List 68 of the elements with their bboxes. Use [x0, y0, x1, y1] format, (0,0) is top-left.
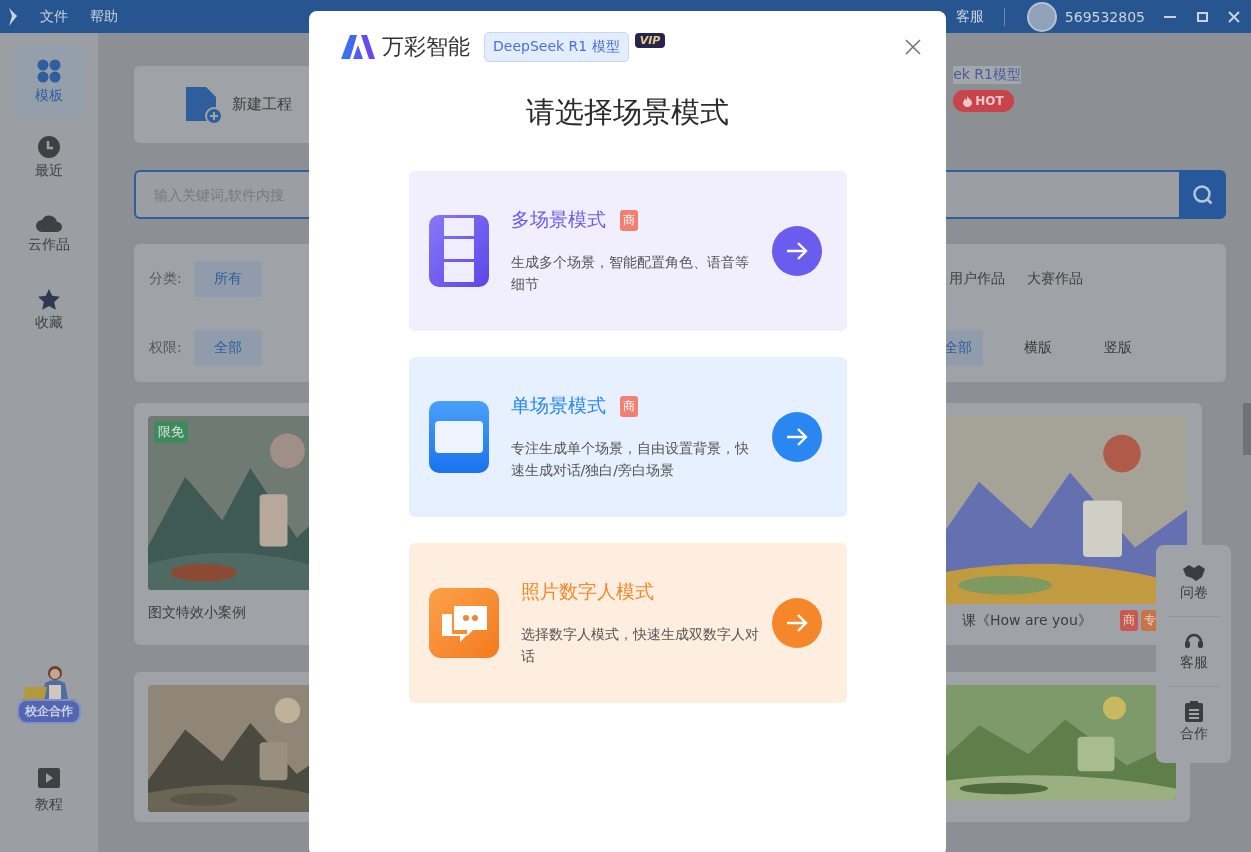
brand-name: 万彩智能 — [382, 33, 470, 61]
arrow-button[interactable] — [771, 412, 822, 462]
screen-icon — [428, 401, 489, 473]
commercial-badge: 商 — [619, 209, 638, 231]
model-tag: DeepSeek R1 模型 — [484, 32, 629, 62]
mode-card[interactable]: 多场景模式 商 生成多个场景，智能配置角色、语音等细节 — [408, 171, 847, 331]
support-link[interactable]: 客服 — [955, 7, 984, 26]
cooperation-badge[interactable]: 校企合作 — [17, 699, 81, 724]
sidebar-item[interactable]: 收藏 — [13, 273, 85, 347]
arrow-icon — [785, 614, 808, 632]
hot-badge: HOT — [953, 90, 1014, 112]
user-id: 569532805 — [1064, 8, 1145, 25]
arrow-icon — [785, 242, 808, 260]
mode-description: 生成多个场景，智能配置角色、语音等细节 — [510, 253, 750, 294]
template-title: 课《How are you》 — [962, 611, 1092, 630]
app-logo-icon — [8, 7, 18, 26]
template-title: 图文特效小案例 — [148, 604, 246, 622]
mode-description: 选择数字人模式，快速生成双数字人对话 — [520, 625, 760, 666]
close-icon[interactable] — [1227, 9, 1241, 24]
avatar[interactable] — [1026, 1, 1057, 32]
search-button[interactable] — [1179, 170, 1226, 219]
arrow-button[interactable] — [771, 598, 822, 648]
sidebar-item[interactable]: 云作品 — [13, 197, 85, 271]
side-panel-item[interactable]: 客服 — [1167, 617, 1220, 687]
cloud-icon — [36, 214, 62, 232]
filter-label: 权限: — [149, 338, 182, 357]
star-icon — [38, 288, 60, 310]
mode-title: 照片数字人模式 — [520, 579, 654, 604]
mode-title: 单场景模式 — [510, 393, 606, 418]
scrollbar[interactable] — [1243, 403, 1251, 455]
tutorial-item[interactable]: 教程 — [35, 768, 63, 814]
search-icon — [1191, 183, 1214, 206]
clock-icon — [38, 136, 60, 158]
sidebar-item[interactable]: 模板 — [13, 45, 85, 119]
side-panel-item[interactable]: 问卷 — [1167, 551, 1220, 617]
sidebar-item[interactable]: 最近 — [13, 121, 85, 195]
filter-option[interactable]: 所有 — [193, 260, 262, 297]
mode-description: 专注生成单个场景，自由设置背景，快速生成对话/独白/旁白场景 — [510, 439, 750, 480]
filter-option[interactable]: 大赛作品 — [1016, 260, 1094, 297]
close-button[interactable] — [904, 38, 922, 56]
free-badge: 限免 — [154, 421, 188, 443]
filter-label: 分类: — [149, 269, 182, 288]
side-panel-item[interactable]: 合作 — [1167, 687, 1220, 757]
clipboard-icon — [1184, 701, 1203, 722]
arrow-icon — [785, 428, 808, 446]
filter-option[interactable]: 横版 — [1013, 329, 1063, 366]
fire-icon — [963, 95, 973, 107]
filter-option[interactable]: 全部 — [193, 329, 262, 366]
headset-icon — [1183, 631, 1204, 651]
film-icon — [428, 215, 489, 287]
commercial-badge: 商 — [619, 395, 638, 417]
menu-item[interactable]: 帮助 — [90, 7, 118, 26]
filter-option[interactable]: 竖版 — [1093, 329, 1143, 366]
mode-title: 多场景模式 — [510, 207, 606, 232]
menu-item[interactable]: 文件 — [40, 7, 68, 26]
vip-badge: VIP — [634, 33, 666, 48]
arrow-button[interactable] — [771, 226, 822, 276]
dialog-heading: 请选择场景模式 — [526, 94, 729, 131]
new-file-icon — [184, 84, 224, 125]
brand-logo-icon — [341, 35, 375, 59]
maximize-icon[interactable] — [1195, 9, 1209, 24]
mode-card[interactable]: 单场景模式 商 专注生成单个场景，自由设置背景，快速生成对话/独白/旁白场景 — [408, 357, 847, 517]
model-label: ek R1模型 — [953, 66, 1021, 84]
play-icon — [38, 768, 60, 788]
mode-card[interactable]: 照片数字人模式 选择数字人模式，快速生成双数字人对话 — [408, 543, 847, 703]
grid-icon — [37, 59, 61, 83]
template-tag: 商 — [1119, 610, 1138, 631]
chat-icon — [428, 588, 499, 658]
